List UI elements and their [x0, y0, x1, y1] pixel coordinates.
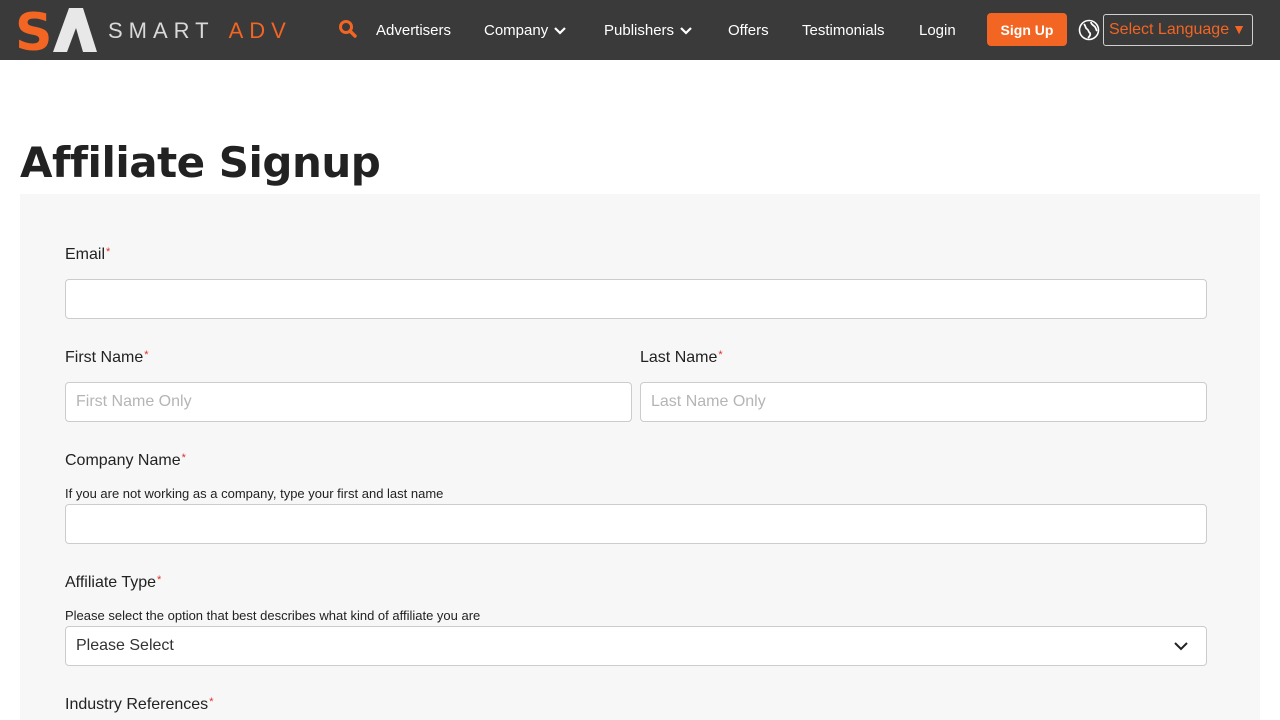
email-field[interactable] [65, 279, 1207, 319]
first-name-label-text: First Name [65, 349, 144, 366]
brand-name-adv: ADV [228, 18, 292, 43]
svg-text:S: S [17, 6, 52, 52]
top-navbar: S SMART ADV Advertisers Company Publisher… [0, 0, 1280, 60]
globe-icon [1078, 19, 1100, 41]
chevron-down-icon [1174, 642, 1188, 651]
nav-advertisers[interactable]: Advertisers [376, 22, 451, 39]
caret-down-icon: ▼ [1232, 21, 1246, 37]
affiliate-type-label-text: Affiliate Type [65, 574, 157, 591]
sa-logo-mark: S [17, 6, 97, 52]
logo[interactable]: S [17, 6, 97, 52]
required-marker: * [209, 696, 214, 708]
nav-label: Offers [728, 22, 769, 39]
chevron-down-icon [680, 26, 692, 35]
company-name-field[interactable] [65, 504, 1207, 544]
first-name-label: First Name* [65, 349, 149, 367]
company-name-hint: If you are not working as a company, typ… [65, 486, 444, 501]
affiliate-type-hint: Please select the option that best descr… [65, 608, 481, 623]
brand-name-smart: SMART [108, 18, 215, 43]
required-marker: * [106, 246, 111, 258]
email-label: Email* [65, 246, 110, 264]
required-marker: * [144, 349, 149, 361]
nav-label: Publishers [604, 22, 675, 39]
email-label-text: Email [65, 246, 106, 263]
required-marker: * [181, 452, 186, 464]
brand-name: SMART ADV [108, 18, 292, 44]
affiliate-type-label: Affiliate Type* [65, 574, 161, 592]
affiliate-type-selected: Please Select [76, 637, 174, 654]
last-name-label: Last Name* [640, 349, 723, 367]
language-select[interactable]: Select Language ▼ [1103, 14, 1253, 46]
signup-button[interactable]: Sign Up [987, 13, 1067, 46]
required-marker: * [718, 349, 723, 361]
nav-label: Advertisers [376, 22, 452, 39]
nav-publishers[interactable]: Publishers [604, 22, 692, 39]
industry-references-label: Industry References* [65, 696, 213, 714]
industry-references-label-text: Industry References [65, 696, 209, 713]
nav-label: Login [919, 22, 956, 39]
signup-form: Email* First Name* Last Name* Company Na… [20, 194, 1260, 720]
last-name-label-text: Last Name [640, 349, 718, 366]
last-name-field[interactable] [640, 382, 1207, 422]
chevron-down-icon [554, 26, 566, 35]
company-name-label-text: Company Name [65, 452, 181, 469]
nav-testimonials[interactable]: Testimonials [802, 22, 885, 39]
nav-label: Testimonials [802, 22, 885, 39]
required-marker: * [157, 574, 162, 586]
language-select-label: Select Language [1109, 21, 1230, 38]
nav-company[interactable]: Company [484, 22, 566, 39]
company-name-label: Company Name* [65, 452, 186, 470]
nav-label: Company [484, 22, 549, 39]
page-title: Affiliate Signup [20, 138, 381, 187]
search-icon[interactable] [338, 19, 358, 39]
nav-login[interactable]: Login [919, 22, 956, 39]
affiliate-type-select[interactable]: Please Select [65, 626, 1207, 666]
nav-offers[interactable]: Offers [728, 22, 769, 39]
first-name-field[interactable] [65, 382, 632, 422]
